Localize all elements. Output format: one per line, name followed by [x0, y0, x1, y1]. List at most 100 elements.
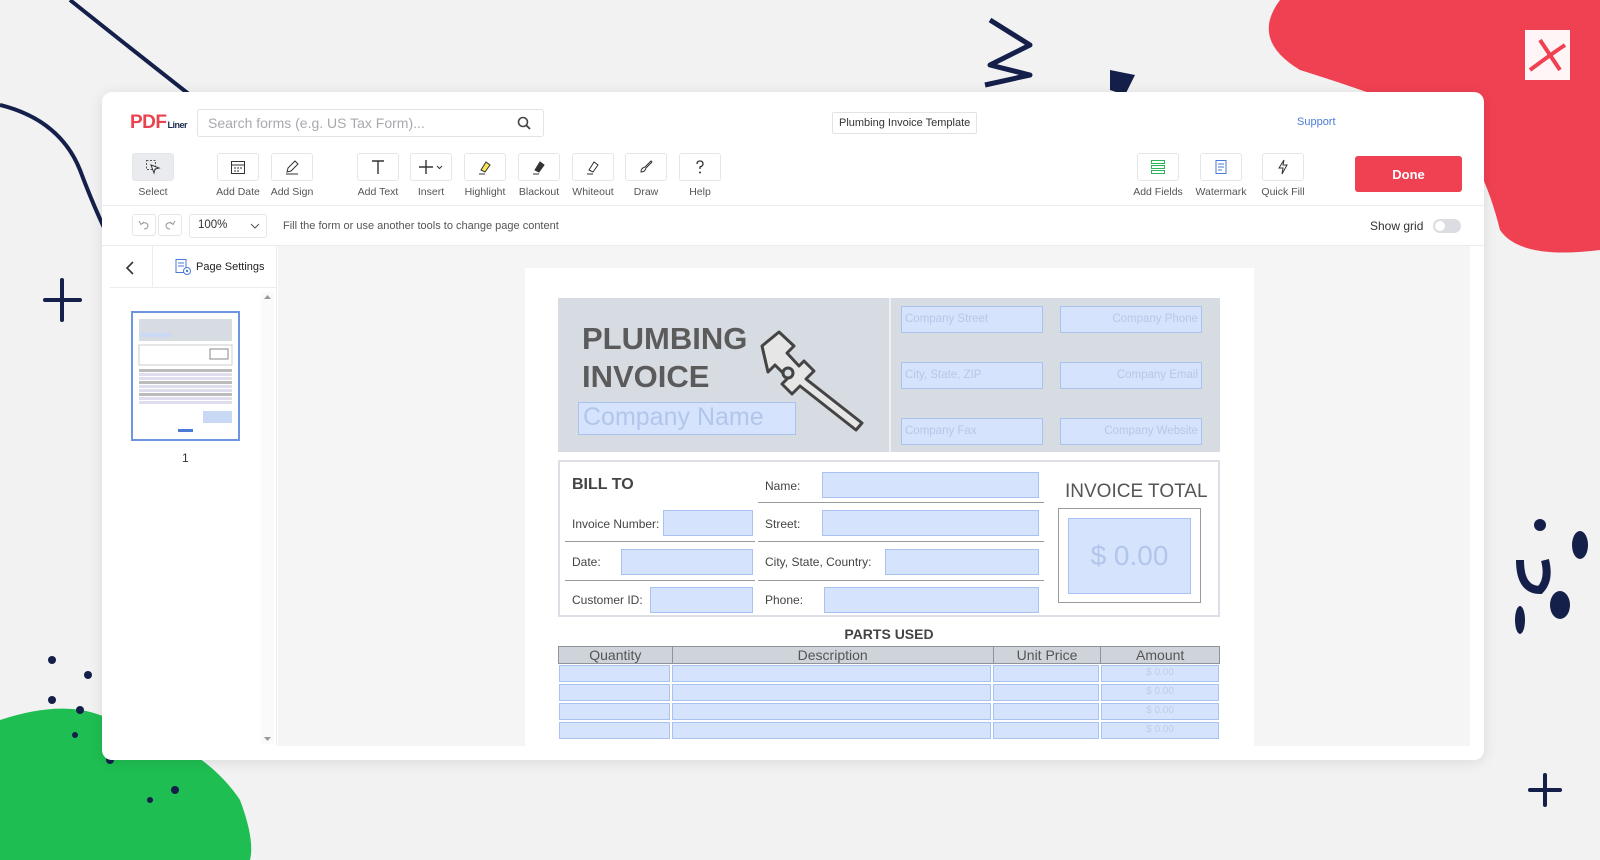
invoice-header: PLUMBING INVOICE Company Name Company St… [558, 298, 1220, 452]
pdfliner-logo[interactable]: PDFLiner [130, 112, 188, 134]
column-header: Amount [1136, 647, 1185, 663]
amount-field[interactable]: $ 0.00 [1101, 665, 1219, 682]
amount-field[interactable]: $ 0.00 [1101, 703, 1219, 720]
divider [758, 541, 1044, 542]
unit-price-field[interactable] [993, 703, 1100, 720]
description-field[interactable] [671, 703, 992, 720]
table-row: $ 0.00 [558, 664, 1220, 683]
whiteout-icon [587, 161, 599, 175]
company-website-field[interactable]: Company Website [1060, 418, 1202, 445]
tool-label: Add Fields [1133, 186, 1183, 198]
customer-id-field[interactable] [650, 587, 753, 613]
company-phone-field[interactable]: Company Phone [1060, 306, 1202, 333]
support-link[interactable]: Support [1297, 116, 1336, 128]
tool-label: Quick Fill [1261, 186, 1305, 198]
description-field[interactable] [671, 684, 992, 701]
chevron-left-icon[interactable] [122, 260, 138, 276]
redo-icon [165, 220, 176, 230]
date-field[interactable] [621, 549, 753, 575]
sidebar-scrollbar[interactable] [261, 292, 274, 744]
scroll-up-icon[interactable] [261, 292, 274, 302]
editor-hint: Fill the form or use another tools to ch… [283, 220, 559, 232]
invoice-total-field[interactable]: $ 0.00 [1068, 518, 1191, 594]
company-name-field[interactable]: Company Name [578, 402, 796, 435]
amount-field[interactable]: $ 0.00 [1101, 722, 1219, 739]
quantity-field[interactable] [559, 722, 670, 739]
divider [758, 580, 1044, 581]
table-row: $ 0.00 [558, 683, 1220, 702]
page-thumbnail[interactable] [131, 311, 240, 441]
help-icon [696, 160, 704, 174]
phone-field[interactable] [824, 587, 1039, 613]
pen-sign-icon [286, 160, 299, 175]
city-state-country-label: City, State, Country: [765, 555, 872, 569]
logo-main: PDF [130, 112, 167, 133]
calendar-icon [231, 161, 245, 174]
tool-label: Watermark [1195, 186, 1247, 198]
tool-add-text[interactable]: Add Text [348, 153, 408, 198]
divider [565, 541, 755, 542]
unit-price-field[interactable] [993, 722, 1100, 739]
scroll-down-icon[interactable] [261, 734, 274, 744]
tool-insert[interactable]: Insert [401, 153, 461, 198]
description-field[interactable] [671, 722, 992, 739]
street-field[interactable] [822, 510, 1039, 536]
parts-table: Quantity Description Unit Price Amount $… [558, 646, 1220, 740]
invoice-number-field[interactable] [663, 510, 753, 536]
chevron-down-icon [250, 223, 260, 229]
description-field[interactable] [671, 665, 992, 682]
tool-add-fields[interactable]: Add Fields [1128, 153, 1188, 198]
city-state-country-field[interactable] [885, 549, 1039, 575]
search-input[interactable] [198, 110, 498, 136]
tool-help[interactable]: Help [670, 153, 730, 198]
undo-icon [138, 220, 149, 230]
quantity-field[interactable] [559, 665, 670, 682]
quantity-field[interactable] [559, 703, 670, 720]
column-header: Description [673, 647, 994, 663]
tool-watermark[interactable]: Watermark [1191, 153, 1251, 198]
quantity-field[interactable] [559, 684, 670, 701]
tool-label: Add Text [357, 186, 399, 198]
select-cursor-icon [146, 160, 161, 175]
tool-label: Draw [633, 186, 659, 198]
tool-add-date[interactable]: Add Date [208, 153, 268, 198]
document-title[interactable]: Plumbing Invoice Template [832, 112, 978, 134]
tool-whiteout[interactable]: Whiteout [563, 153, 623, 198]
main-toolbar: Select Add Date Add Sign Add Text Insert… [102, 152, 1484, 206]
company-email-field[interactable]: Company Email [1060, 362, 1202, 389]
search-icon[interactable] [517, 116, 531, 130]
company-fax-field[interactable]: Company Fax [901, 418, 1043, 445]
tool-label: Highlight [464, 186, 506, 198]
tool-quick-fill[interactable]: Quick Fill [1253, 153, 1313, 198]
unit-price-field[interactable] [993, 665, 1100, 682]
tool-select[interactable]: Select [123, 153, 183, 198]
column-header: Unit Price [994, 647, 1102, 663]
tool-label: Add Sign [270, 186, 314, 198]
table-row: $ 0.00 [558, 702, 1220, 721]
show-grid-toggle[interactable] [1433, 219, 1461, 233]
company-street-field[interactable]: Company Street [901, 306, 1043, 333]
page-number: 1 [182, 451, 189, 465]
unit-price-field[interactable] [993, 684, 1100, 701]
sub-toolbar: 100% Fill the form or use another tools … [102, 206, 1484, 246]
tool-add-sign[interactable]: Add Sign [262, 153, 322, 198]
date-label: Date: [572, 555, 601, 569]
tool-draw[interactable]: Draw [616, 153, 676, 198]
zoom-select[interactable]: 100% [189, 214, 267, 238]
header-divider [889, 298, 891, 452]
page-settings-button[interactable]: Page Settings [174, 258, 265, 276]
name-field[interactable] [822, 472, 1039, 498]
divider [758, 502, 1044, 503]
editor-window: PDFLiner Plumbing Invoice Template Suppo… [102, 92, 1484, 760]
tool-label: Blackout [518, 186, 560, 198]
tool-highlight[interactable]: Highlight [455, 153, 515, 198]
invoice-title: PLUMBING INVOICE [582, 320, 747, 396]
thumbnail-preview [138, 319, 233, 432]
company-city-field[interactable]: City, State, ZIP [901, 362, 1043, 389]
tool-blackout[interactable]: Blackout [509, 153, 569, 198]
amount-field[interactable]: $ 0.00 [1101, 684, 1219, 701]
done-button[interactable]: Done [1355, 156, 1462, 192]
redo-button[interactable] [158, 214, 182, 236]
undo-button[interactable] [132, 214, 156, 236]
column-header: Quantity [559, 647, 673, 663]
